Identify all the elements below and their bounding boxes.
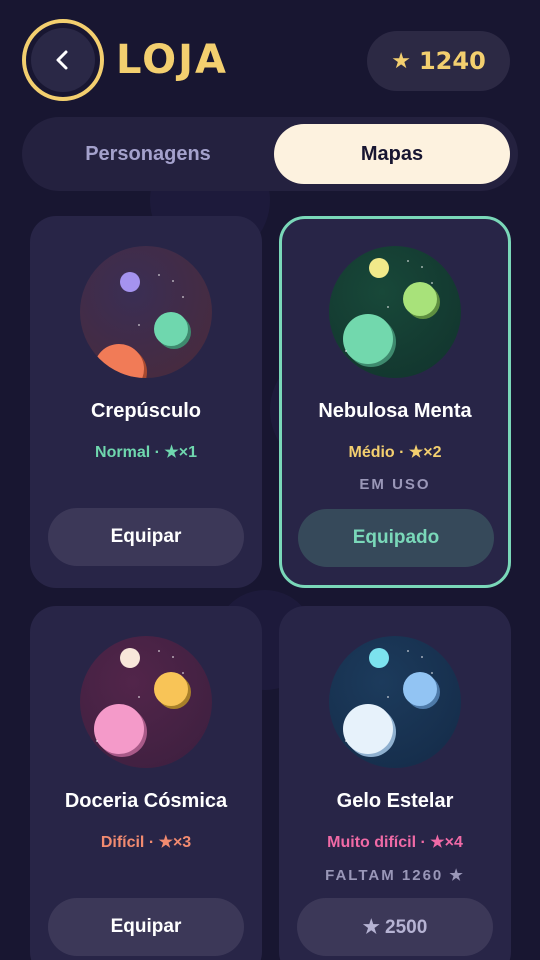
card-name: Crepúsculo [90, 400, 202, 422]
equip-button[interactable]: Equipar [48, 898, 244, 956]
difficulty-stars: ★×2 [408, 444, 442, 461]
coin-count: 1240 [418, 47, 486, 75]
difficulty-label: Médio [348, 444, 395, 461]
card-difficulty: Médio · ★×2 [348, 444, 442, 461]
status-badge: FALTAM 1260 ★ [325, 867, 465, 884]
star-icon: ★ [391, 48, 411, 74]
difficulty-label: Difícil [100, 834, 145, 851]
planet-doceria-image [80, 636, 212, 768]
difficulty-stars: ★×1 [164, 444, 197, 461]
planet-nebulosa-image [329, 246, 461, 378]
tab-personagens[interactable]: Personagens [30, 124, 266, 184]
status-badge: EM USO [359, 476, 431, 493]
buy-button[interactable]: ★ 2500 [297, 898, 493, 956]
difficulty-stars: ★×3 [158, 834, 192, 851]
card-name: Gelo Estelar [336, 790, 454, 812]
map-card-nebulosa-menta[interactable]: Nebulosa Menta Médio · ★×2 EM USO Equipa… [279, 216, 511, 588]
tab-bar: Personagens Mapas [22, 117, 518, 191]
map-card-crepusculo[interactable]: Crepúsculo Normal · ★×1 Equipar [30, 216, 262, 588]
card-difficulty: Normal · ★×1 [95, 444, 197, 461]
card-difficulty: Muito difícil · ★×4 [327, 834, 463, 851]
map-card-doceria-cosmica[interactable]: Doceria Cósmica Difícil · ★×3 Equipar [30, 606, 262, 960]
difficulty-label: Normal [95, 444, 151, 461]
planet-gelo-image [329, 636, 461, 768]
page-title: LOJA [116, 37, 228, 83]
equipped-button[interactable]: Equipado [298, 509, 494, 567]
card-name: Nebulosa Menta [318, 400, 472, 422]
planet-crepusculo-image [80, 246, 212, 378]
card-difficulty: Difícil · ★×3 [100, 834, 192, 851]
coin-balance: ★ 1240 [367, 31, 510, 91]
difficulty-stars: ★×4 [430, 834, 463, 851]
card-name: Doceria Cósmica [64, 790, 228, 812]
chevron-left-icon [56, 50, 68, 70]
equip-button[interactable]: Equipar [48, 508, 244, 566]
map-card-gelo-estelar[interactable]: Gelo Estelar Muito difícil · ★×4 FALTAM … [279, 606, 511, 960]
tab-mapas[interactable]: Mapas [274, 124, 510, 184]
back-button[interactable] [22, 19, 104, 101]
difficulty-label: Muito difícil [327, 834, 417, 851]
